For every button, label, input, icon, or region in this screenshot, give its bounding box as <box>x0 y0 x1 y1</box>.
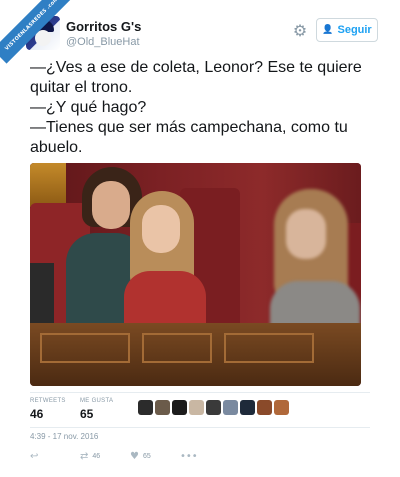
photo-person-face <box>286 209 326 259</box>
author-name[interactable]: Gorritos G's <box>66 19 141 34</box>
liker-avatar[interactable] <box>274 400 289 415</box>
reply-button[interactable]: ↩ <box>30 451 38 462</box>
liker-avatar[interactable] <box>206 400 221 415</box>
tweet-stats: RETWEETS 46 ME GUSTA 65 <box>30 392 370 428</box>
like-action-count: 65 <box>142 453 151 460</box>
likes-count: 65 <box>80 407 94 421</box>
tweet-timestamp[interactable]: 4:39 - 17 nov. 2016 <box>30 432 98 441</box>
follow-label: Seguir <box>337 24 372 36</box>
bench-panel <box>142 333 212 363</box>
like-button[interactable]: ♥ 65 <box>130 451 151 462</box>
liker-avatar[interactable] <box>223 400 238 415</box>
photo-gold-frame <box>30 163 66 207</box>
liker-avatar[interactable] <box>155 400 170 415</box>
tweet-header: Gorritos G's @Old_BlueHat ⚙ 👤 Seguir <box>26 16 380 50</box>
bench-panel <box>40 333 130 363</box>
bench-panel <box>224 333 314 363</box>
tweet-text-line: —¿Y qué hago? <box>30 99 147 116</box>
tweet-photo[interactable] <box>30 163 361 386</box>
tweet-text-line: —Tienes que ser más campechana, como tu <box>30 119 348 136</box>
photo-person-face <box>142 205 180 253</box>
retweet-button[interactable]: ⇄ 46 <box>80 451 100 462</box>
heart-icon: ♥ <box>130 451 139 462</box>
follow-button[interactable]: 👤 Seguir <box>316 18 378 42</box>
tweet-text-line: —¿Ves a ese de coleta, Leonor? Ese te qu… <box>30 59 362 76</box>
tweet-actions: ↩ ⇄ 46 ♥ 65 ••• <box>30 451 370 465</box>
retweet-icon: ⇄ <box>80 451 89 462</box>
tweet-text: —¿Ves a ese de coleta, Leonor? Ese te qu… <box>30 58 370 158</box>
liker-avatar[interactable] <box>138 400 153 415</box>
liker-avatars <box>138 400 289 415</box>
liker-avatar[interactable] <box>240 400 255 415</box>
likes-label: ME GUSTA <box>80 398 114 404</box>
tweet-text-line: abuelo. <box>30 139 83 156</box>
likes-stat[interactable]: ME GUSTA 65 <box>80 398 113 421</box>
photo-person-face <box>92 181 130 229</box>
liker-avatar[interactable] <box>189 400 204 415</box>
gear-icon[interactable]: ⚙ <box>292 23 308 39</box>
photo-bench <box>30 323 361 386</box>
retweets-label: RETWEETS <box>30 398 66 404</box>
more-icon: ••• <box>180 451 198 462</box>
liker-avatar[interactable] <box>257 400 272 415</box>
add-user-icon: 👤 <box>322 25 334 35</box>
tweet-text-line: quitar el trono. <box>30 79 133 96</box>
retweet-action-count: 46 <box>92 453 101 460</box>
retweets-count: 46 <box>30 407 44 421</box>
retweets-stat[interactable]: RETWEETS 46 <box>30 398 66 421</box>
liker-avatar[interactable] <box>172 400 187 415</box>
more-button[interactable]: ••• <box>180 451 198 462</box>
author-handle[interactable]: @Old_BlueHat <box>66 36 140 48</box>
reply-icon: ↩ <box>30 451 39 462</box>
